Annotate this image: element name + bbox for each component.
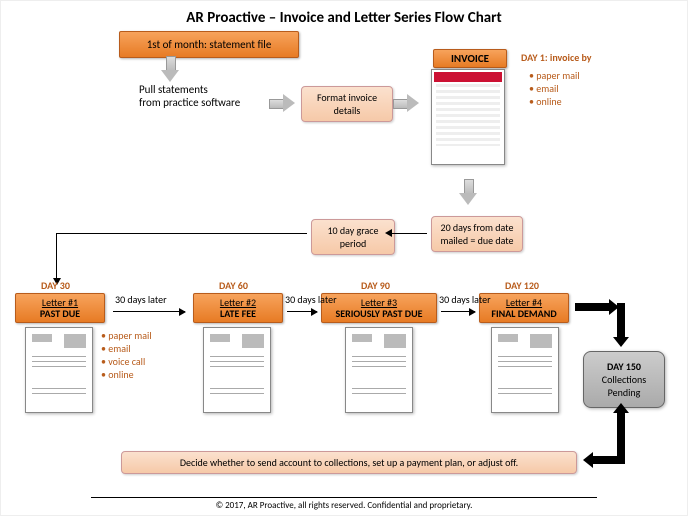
thick-arrowhead-down — [613, 337, 629, 347]
bullet: voice call — [101, 355, 152, 368]
inter-label: 30 days later — [115, 293, 167, 306]
day1-bullets: paper mail email online — [529, 69, 580, 108]
invoice-header-box: INVOICE — [433, 49, 507, 68]
document-icon — [25, 327, 93, 413]
collections-day: DAY 150 — [607, 360, 641, 373]
letter-channel-bullets: paper mail email voice call online — [101, 329, 152, 381]
arrow-right-icon — [393, 94, 419, 112]
start-of-month-box: 1st of month: statement file — [119, 31, 299, 58]
letter2-box: Letter #2LATE FEE — [193, 293, 283, 323]
bullet: email — [101, 342, 152, 355]
document-icon — [203, 327, 271, 413]
connector-line — [391, 233, 427, 234]
document-icon — [491, 327, 559, 413]
letter-line2: LATE FEE — [220, 307, 256, 320]
thin-arrow-icon — [113, 311, 185, 312]
bullet: paper mail — [529, 69, 580, 82]
thick-arrow-right-icon — [575, 303, 609, 311]
thick-vert-line — [617, 449, 625, 464]
arrow-down-icon — [161, 56, 179, 82]
collections-text: Collections Pending — [602, 373, 646, 399]
arrow-right-icon — [269, 94, 295, 112]
connector-arrowhead — [385, 229, 392, 237]
day30-label: DAY 30 — [41, 279, 70, 292]
letter4-box: Letter #4FINAL DEMAND — [479, 293, 569, 323]
letter-line2: FINAL DEMAND — [491, 307, 556, 320]
decide-box: Decide whether to send account to collec… — [121, 451, 577, 474]
grace-period-box: 10 day grace period — [311, 219, 395, 255]
connector-polyline — [56, 233, 307, 284]
inter-label: 30 days later — [285, 293, 337, 306]
letter3-box: Letter #3SERIOUSLY PAST DUE — [321, 293, 437, 323]
bullet: online — [101, 368, 152, 381]
thin-arrow-icon — [441, 311, 475, 312]
format-invoice-box: Format invoice details — [301, 86, 393, 122]
footer-text: © 2017, AR Proactive, all rights reserve… — [91, 497, 597, 511]
day60-label: DAY 60 — [219, 279, 248, 292]
bullet: paper mail — [101, 329, 152, 342]
due-date-box: 20 days from date mailed = due date — [431, 216, 523, 252]
bullet: online — [529, 95, 580, 108]
bullet: email — [529, 82, 580, 95]
page-title: AR Proactive – Invoice and Letter Series… — [1, 9, 687, 27]
inter-label: 30 days later — [439, 293, 491, 306]
thick-vert-line — [617, 303, 625, 339]
day90-label: DAY 90 — [361, 279, 390, 292]
arrow-down-icon — [459, 179, 477, 205]
letter1-box: Letter #1PAST DUE — [15, 293, 105, 323]
collections-box: DAY 150 Collections Pending — [583, 351, 665, 408]
letter-line2: PAST DUE — [40, 307, 80, 320]
day120-label: DAY 120 — [505, 279, 539, 292]
thick-vert-line — [617, 411, 625, 451]
invoice-document-icon — [431, 69, 505, 165]
document-icon — [345, 327, 413, 413]
day1-label: DAY 1: invoice by — [521, 51, 592, 64]
thick-arrowhead-up — [613, 403, 629, 413]
thin-arrow-icon — [287, 311, 317, 312]
letter-line2: SERIOUSLY PAST DUE — [336, 307, 423, 320]
pull-statements-text: Pull statements from practice software — [139, 83, 289, 109]
